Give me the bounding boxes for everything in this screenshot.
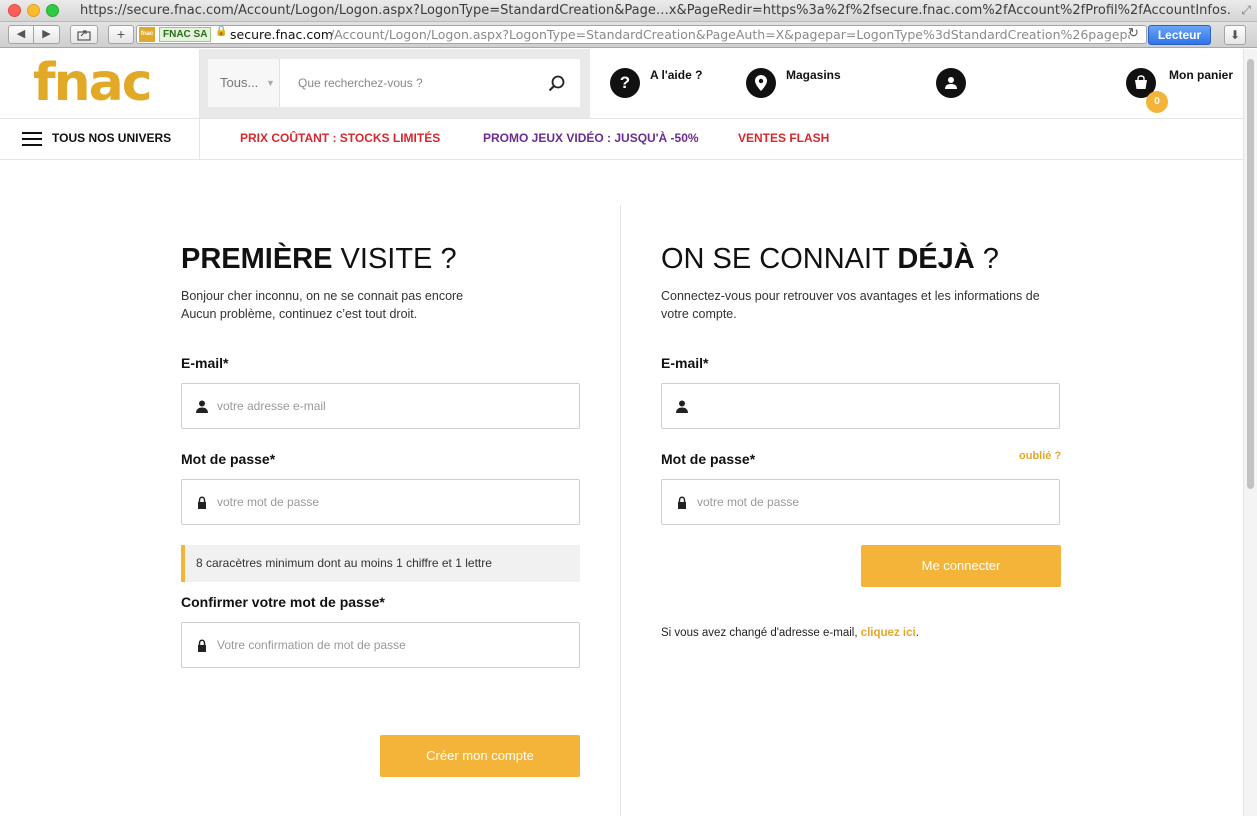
signup-confirm-label: Confirmer votre mot de passe* (181, 594, 385, 610)
lock-icon (198, 496, 206, 509)
share-icon (77, 30, 91, 41)
signup-email-field[interactable]: votre adresse e-mail (181, 383, 580, 429)
login-password-label: Mot de passe* (661, 451, 756, 467)
search-category-value: Tous... (220, 75, 259, 90)
search-bar: Tous... ▼ Que recherchez-vous ? (200, 49, 590, 118)
search-icon[interactable] (548, 75, 565, 92)
promo-link-jeux-video[interactable]: PROMO JEUX VIDÉO : JUSQU'À -50% (483, 131, 699, 145)
logo-area: fnac (0, 49, 200, 118)
signup-intro: Bonjour cher inconnu, on ne se connait p… (181, 289, 464, 321)
signup-email-label: E-mail* (181, 355, 229, 371)
email-changed-notice: Si vous avez changé d'adresse e-mail, cl… (661, 627, 919, 639)
lock-icon (678, 496, 686, 509)
search-input[interactable]: Que recherchez-vous ? (280, 59, 580, 107)
login-button[interactable]: Me connecter (861, 545, 1061, 587)
stores-link[interactable]: Magasins (786, 68, 841, 82)
ev-certificate-badge[interactable]: FNAC SA (159, 27, 212, 42)
address-bar[interactable]: fnac FNAC SA 🔒 secure.fnac.com /Account/… (136, 25, 1147, 44)
page-scrollbar[interactable] (1243, 49, 1257, 816)
reload-icon[interactable]: ↻ (1128, 25, 1139, 41)
hamburger-menu-icon (22, 132, 42, 146)
signup-password-field[interactable]: votre mot de passe (181, 479, 580, 525)
promo-link-prix-coutant[interactable]: PRIX COÛTANT : STOCKS LIMITÉS (240, 131, 440, 145)
column-divider (620, 205, 621, 816)
download-icon: ⬇ (1229, 28, 1241, 42)
login-email-label: E-mail* (661, 355, 709, 371)
download-button[interactable]: ⬇ (1224, 25, 1246, 45)
cart-count-badge: 0 (1146, 91, 1168, 113)
password-hint: 8 caracètres minimum dont au moins 1 chi… (181, 545, 580, 582)
share-button[interactable] (70, 25, 98, 44)
login-email-field[interactable] (661, 383, 1060, 429)
promo-link-ventes-flash[interactable]: VENTES FLASH (738, 131, 829, 145)
cart-link[interactable]: Mon panier (1169, 68, 1233, 82)
signup-password-placeholder: votre mot de passe (217, 495, 320, 509)
email-changed-link[interactable]: cliquez ici (861, 627, 916, 639)
window-title: https://secure.fnac.com/Account/Logon/Lo… (80, 3, 1230, 18)
new-tab-button[interactable]: + (108, 25, 134, 44)
signup-password-label: Mot de passe* (181, 451, 276, 467)
caret-down-icon: ▼ (266, 78, 275, 88)
close-window-button[interactable] (8, 4, 21, 17)
forward-button[interactable]: ▶ (34, 25, 60, 44)
store-locator-icon[interactable] (746, 68, 776, 98)
url-domain: secure.fnac.com (230, 27, 334, 42)
minimize-window-button[interactable] (27, 4, 40, 17)
forgot-password-link[interactable]: oublié ? (1019, 450, 1061, 462)
reader-button[interactable]: Lecteur (1148, 25, 1211, 45)
user-icon (676, 400, 688, 413)
login-title: ON SE CONNAIT DÉJÀ ? (661, 243, 999, 275)
forward-icon: ▶ (42, 28, 51, 40)
create-account-button[interactable]: Créer mon compte (380, 735, 580, 777)
window-titlebar: https://secure.fnac.com/Account/Logon/Lo… (0, 0, 1257, 22)
help-icon[interactable]: ? (610, 68, 640, 98)
fnac-logo[interactable]: fnac (33, 57, 153, 109)
secondary-nav: TOUS NOS UNIVERS PRIX COÛTANT : STOCKS L… (0, 119, 1243, 160)
scrollbar-thumb[interactable] (1247, 59, 1254, 489)
help-link[interactable]: A l'aide ? (650, 68, 702, 82)
login-password-placeholder: votre mot de passe (697, 495, 800, 509)
lock-icon (198, 639, 206, 652)
search-category-select[interactable]: Tous... ▼ (208, 59, 280, 107)
account-icon[interactable] (936, 68, 966, 98)
all-universes-label: TOUS NOS UNIVERS (52, 131, 172, 145)
back-button[interactable]: ◀ (8, 25, 34, 44)
lock-icon: 🔒 (215, 26, 228, 37)
plus-icon: + (116, 26, 126, 42)
browser-toolbar: ◀ ▶ + fnac FNAC SA 🔒 secure.fnac.com /Ac… (0, 22, 1257, 48)
login-intro: Connectez-vous pour retrouver vos avanta… (661, 289, 1040, 321)
signup-title: PREMIÈRE VISITE ? (181, 243, 457, 275)
signup-email-placeholder: votre adresse e-mail (217, 399, 326, 413)
user-icon (196, 400, 208, 413)
signup-confirm-placeholder: Votre confirmation de mot de passe (217, 638, 406, 652)
zoom-window-button[interactable] (46, 4, 59, 17)
fullscreen-icon[interactable]: ⤢ (1241, 3, 1251, 18)
site-favicon: fnac (139, 27, 155, 42)
url-path: /Account/Logon/Logon.aspx?LogonType=Stan… (330, 27, 1130, 42)
login-password-field[interactable]: votre mot de passe (661, 479, 1060, 525)
all-universes-menu[interactable]: TOUS NOS UNIVERS (0, 119, 200, 159)
signup-confirm-field[interactable]: Votre confirmation de mot de passe (181, 622, 580, 668)
back-icon: ◀ (16, 28, 26, 40)
